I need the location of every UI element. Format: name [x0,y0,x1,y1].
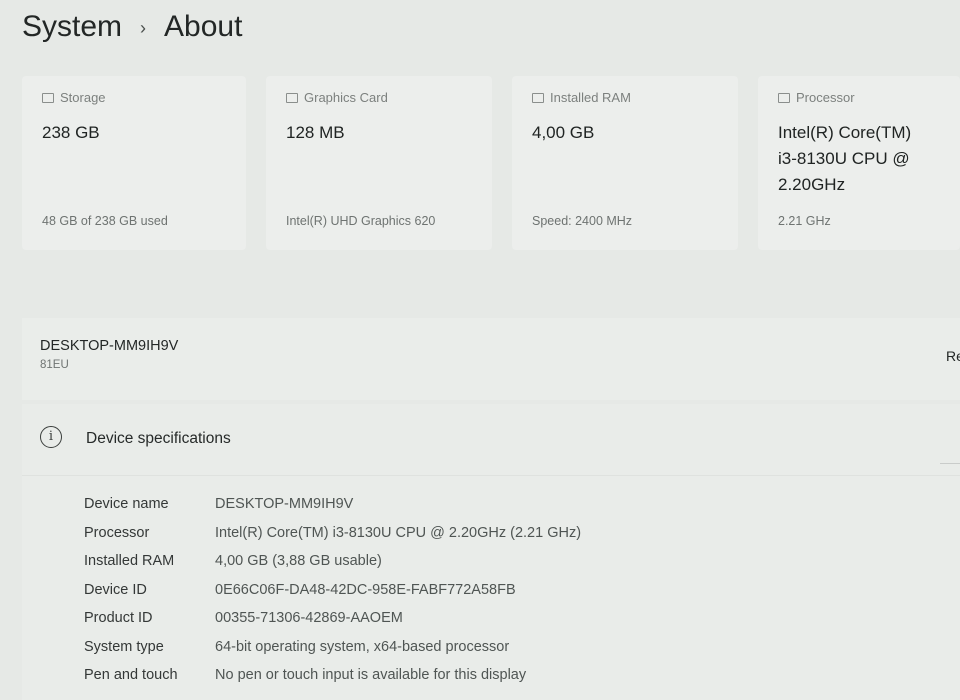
spec-key: Device name [84,496,169,513]
graphics-card-label: Graphics Card [304,90,388,105]
processor-card[interactable]: Processor Intel(R) Core(TM) i3-8130U CPU… [758,76,960,250]
spec-row-system-type: System type 64-bit operating system, x64… [84,633,581,662]
processor-value-line: Intel(R) Core(TM) [778,123,912,142]
ram-card-header: Installed RAM [532,90,631,105]
spec-key: Installed RAM [84,553,175,570]
graphics-card-model: Intel(R) UHD Graphics 620 [286,214,436,228]
storage-label: Storage [60,90,106,105]
copy-button[interactable] [940,434,960,464]
device-specifications-panel: i Device specifications Device name DESK… [22,404,960,700]
spec-value: No pen or touch input is available for t… [215,667,527,684]
processor-card-header: Processor [778,90,855,105]
spec-cards: Storage 238 GB 48 GB of 238 GB used Grap… [22,76,960,250]
breadcrumb-system[interactable]: System [22,10,122,44]
storage-icon [42,92,54,103]
spec-value: 0E66C06F-DA48-42DC-958E-FABF772A58FB [215,581,516,598]
spec-row-product-id: Product ID 00355-71306-42869-AAOEM [84,604,581,633]
storage-card[interactable]: Storage 238 GB 48 GB of 238 GB used [22,76,246,250]
ram-speed: Speed: 2400 MHz [532,214,633,228]
graphics-card-icon [286,92,298,103]
ram-icon [532,92,544,103]
spec-row-installed-ram: Installed RAM 4,00 GB (3,88 GB usable) [84,547,581,576]
processor-clock: 2.21 GHz [778,214,831,228]
graphics-card-header: Graphics Card [286,90,388,105]
device-specifications-header[interactable]: i Device specifications [22,404,960,476]
ram-label: Installed RAM [550,90,631,105]
storage-usage: 48 GB of 238 GB used [42,214,168,228]
settings-about-page: System › About Storage 238 GB 48 GB of 2… [0,0,960,700]
spec-rows: Device name DESKTOP-MM9IH9V Processor In… [84,490,581,690]
processor-icon [778,92,790,103]
breadcrumb: System › About [22,10,242,44]
processor-value: Intel(R) Core(TM) i3-8130U CPU @ 2.20GHz [778,120,911,198]
spec-value: 4,00 GB (3,88 GB usable) [215,553,382,570]
spec-key: Pen and touch [84,667,178,684]
spec-key: Device ID [84,581,147,598]
spec-value: DESKTOP-MM9IH9V [215,496,354,513]
processor-value-line: i3-8130U CPU @ [778,149,910,168]
processor-label: Processor [796,90,855,105]
device-model: 81EU [40,359,69,371]
storage-card-header: Storage [42,90,106,105]
spec-value: Intel(R) Core(TM) i3-8130U CPU @ 2.20GHz… [215,524,582,541]
info-icon: i [40,426,62,448]
rename-button[interactable]: Re [946,348,960,364]
device-name: DESKTOP-MM9IH9V [40,338,179,354]
device-specifications-title: Device specifications [86,430,231,447]
device-name-section: DESKTOP-MM9IH9V 81EU Re [22,318,960,400]
spec-row-device-name: Device name DESKTOP-MM9IH9V [84,490,581,519]
spec-row-device-id: Device ID 0E66C06F-DA48-42DC-958E-FABF77… [84,576,581,605]
spec-key: System type [84,638,164,655]
graphics-card-card[interactable]: Graphics Card 128 MB Intel(R) UHD Graphi… [266,76,492,250]
spec-row-processor: Processor Intel(R) Core(TM) i3-8130U CPU… [84,519,581,548]
spec-row-pen-and-touch: Pen and touch No pen or touch input is a… [84,661,581,690]
ram-value: 4,00 GB [532,123,595,142]
spec-key: Product ID [84,610,153,627]
processor-value-line: 2.20GHz [778,175,846,194]
spec-value: 00355-71306-42869-AAOEM [215,610,403,627]
graphics-card-value: 128 MB [286,123,345,142]
spec-key: Processor [84,524,150,541]
page-title: About [164,10,243,43]
chevron-right-icon: › [140,17,147,38]
storage-value: 238 GB [42,123,100,142]
ram-card[interactable]: Installed RAM 4,00 GB Speed: 2400 MHz [512,76,738,250]
spec-value: 64-bit operating system, x64-based proce… [215,638,510,655]
